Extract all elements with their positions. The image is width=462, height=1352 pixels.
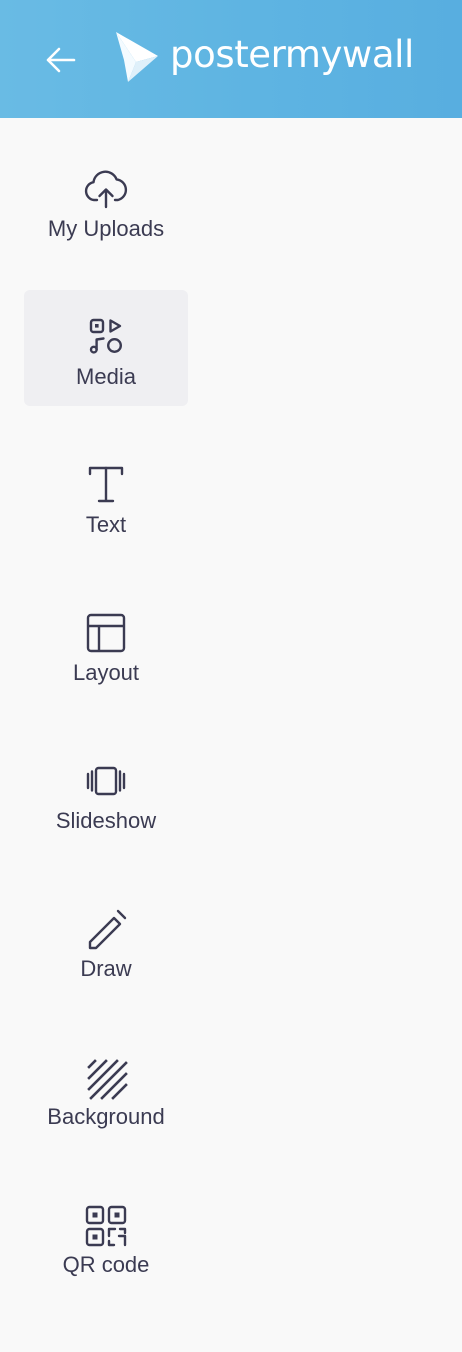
nav-item-media[interactable]: Media (24, 290, 188, 406)
logo-mark-icon (116, 32, 158, 82)
cloud-upload-icon (82, 166, 130, 214)
logo-text[interactable]: postermywall (170, 31, 414, 79)
nav-item-text[interactable]: Text (24, 438, 188, 554)
nav-item-label: Background (47, 1104, 165, 1129)
nav-item-background[interactable]: Background (24, 1030, 188, 1146)
background-hatch-icon (82, 1054, 130, 1102)
nav-item-label: Draw (80, 956, 132, 981)
nav-item-layout[interactable]: Layout (24, 586, 188, 702)
layout-icon (82, 610, 130, 658)
pencil-icon (82, 906, 130, 954)
nav-item-my-uploads[interactable]: My Uploads (24, 142, 188, 258)
nav-item-qr-code[interactable]: QR code (24, 1178, 188, 1294)
nav-item-label: Slideshow (55, 808, 157, 833)
nav-item-label: My Uploads (47, 216, 165, 241)
header-bar: postermywall (0, 0, 462, 118)
slideshow-icon (82, 758, 130, 806)
arrow-left-icon (46, 47, 76, 73)
media-icon (82, 314, 130, 362)
nav-item-slideshow[interactable]: Slideshow (24, 734, 188, 850)
nav-item-label: Media (76, 364, 136, 389)
nav-item-draw[interactable]: Draw (24, 882, 188, 998)
text-icon (82, 462, 130, 510)
nav-item-label: Text (85, 512, 127, 537)
sidebar-nav: My Uploads Media Text Layout Slideshow D… (0, 118, 462, 1352)
back-button[interactable] (36, 36, 84, 84)
qr-code-icon (82, 1202, 130, 1250)
nav-item-label: Layout (72, 660, 140, 685)
nav-item-label: QR code (62, 1252, 150, 1277)
